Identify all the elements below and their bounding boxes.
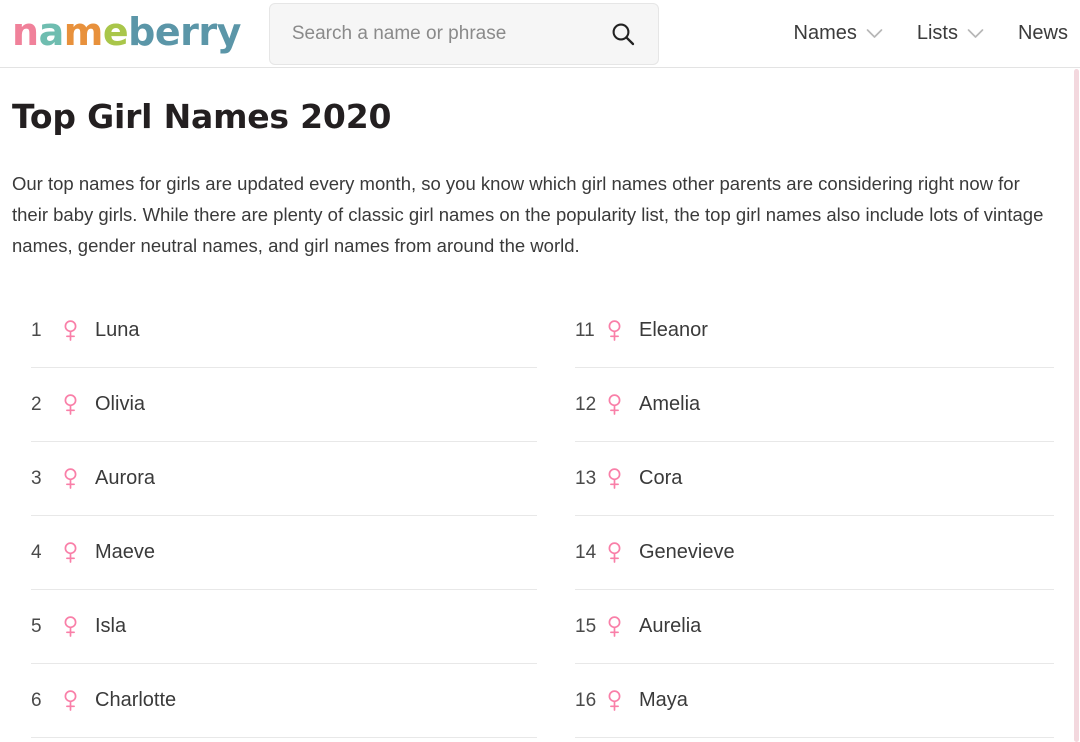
female-gender-icon	[603, 616, 625, 637]
name-row[interactable]: 2 Olivia	[31, 368, 537, 442]
name-list-grid: 1 Luna 2 Olivia 3 Aurora 4 Maeve 5 Isla 6 Charlotte…	[12, 294, 1056, 738]
logo-letter-6: r	[180, 9, 199, 54]
female-gender-icon	[59, 320, 81, 341]
search-icon	[612, 23, 635, 45]
female-gender-icon	[603, 690, 625, 711]
name-rank: 15	[575, 615, 597, 637]
page-title: Top Girl Names 2020	[12, 97, 392, 136]
logo-letter-5: e	[154, 9, 181, 54]
name-row[interactable]: 13 Cora	[575, 442, 1054, 516]
logo-letter-0: n	[12, 9, 39, 54]
name-label: Amelia	[639, 393, 701, 415]
logo-letter-3: e	[102, 9, 129, 54]
nav-label-lists: Lists	[916, 22, 958, 44]
name-rank: 13	[575, 467, 597, 489]
main-content: Top Girl Names 2020 Our top names for gi…	[0, 97, 1080, 738]
name-rank: 16	[575, 689, 597, 711]
name-label: Isla	[95, 615, 127, 637]
main-navigation: Names Lists News	[794, 22, 1080, 45]
female-gender-icon	[603, 394, 625, 415]
name-rank: 5	[31, 615, 42, 637]
chevron-down-icon	[866, 28, 883, 39]
name-rank: 11	[575, 319, 595, 341]
name-row[interactable]: 1 Luna	[31, 294, 537, 368]
nav-item-lists[interactable]: Lists	[917, 22, 984, 45]
search-button[interactable]	[606, 17, 640, 51]
name-label: Aurelia	[639, 615, 702, 637]
name-rank: 3	[31, 467, 42, 489]
name-rank: 12	[575, 393, 597, 415]
female-gender-icon	[59, 616, 81, 637]
nav-label-names: Names	[793, 22, 857, 44]
female-gender-icon	[59, 468, 81, 489]
name-row[interactable]: 14 Genevieve	[575, 516, 1054, 590]
site-header: nameberry Names Lists	[0, 0, 1080, 68]
logo-letter-7: r	[198, 9, 217, 54]
name-row[interactable]: 5 Isla	[31, 590, 537, 664]
name-row[interactable]: 4 Maeve	[31, 516, 537, 590]
name-label: Olivia	[95, 393, 146, 415]
page-root: nameberry Names Lists	[0, 0, 1080, 742]
female-gender-icon	[59, 542, 81, 563]
name-label: Cora	[639, 467, 683, 489]
name-label: Maeve	[95, 541, 156, 563]
nav-item-news[interactable]: News	[1018, 22, 1068, 45]
name-rank: 2	[31, 393, 42, 415]
name-rank: 1	[31, 319, 42, 341]
name-row[interactable]: 12 Amelia	[575, 368, 1054, 442]
logo-letter-4: b	[128, 9, 155, 54]
name-label: Luna	[95, 319, 140, 341]
nav-label-news: News	[1017, 22, 1068, 44]
name-row[interactable]: 15 Aurelia	[575, 590, 1054, 664]
name-label: Maya	[639, 689, 688, 711]
name-label: Genevieve	[639, 541, 735, 563]
site-logo[interactable]: nameberry	[12, 13, 241, 55]
name-rank: 6	[31, 689, 42, 711]
female-gender-icon	[603, 468, 625, 489]
nav-item-names[interactable]: Names	[794, 22, 883, 45]
name-column-left: 1 Luna 2 Olivia 3 Aurora 4 Maeve 5 Isla 6 Charlotte	[31, 294, 537, 738]
scrollbar-thumb[interactable]	[1074, 69, 1079, 742]
name-row[interactable]: 3 Aurora	[31, 442, 537, 516]
search-box[interactable]	[268, 2, 659, 65]
search-input[interactable]	[291, 3, 606, 64]
name-label: Eleanor	[639, 319, 708, 341]
name-label: Aurora	[95, 467, 156, 489]
female-gender-icon	[59, 394, 81, 415]
female-gender-icon	[59, 690, 81, 711]
logo-letter-1: a	[38, 9, 65, 54]
chevron-down-icon	[967, 28, 984, 39]
name-row[interactable]: 16 Maya	[575, 664, 1054, 738]
name-rank: 14	[575, 541, 597, 563]
female-gender-icon	[603, 320, 625, 341]
page-scrollbar[interactable]	[1073, 69, 1080, 742]
logo-letter-2: m	[63, 9, 104, 54]
name-row[interactable]: 11 Eleanor	[575, 294, 1054, 368]
logo-letter-8: y	[216, 9, 242, 54]
name-label: Charlotte	[95, 689, 177, 711]
name-rank: 4	[31, 541, 42, 563]
female-gender-icon	[603, 542, 625, 563]
name-column-right: 11 Eleanor 12 Amelia 13 Cora 14 Genevieve 15 Aure…	[575, 294, 1054, 738]
intro-paragraph: Our top names for girls are updated ever…	[12, 173, 1044, 256]
name-row[interactable]: 6 Charlotte	[31, 664, 537, 738]
